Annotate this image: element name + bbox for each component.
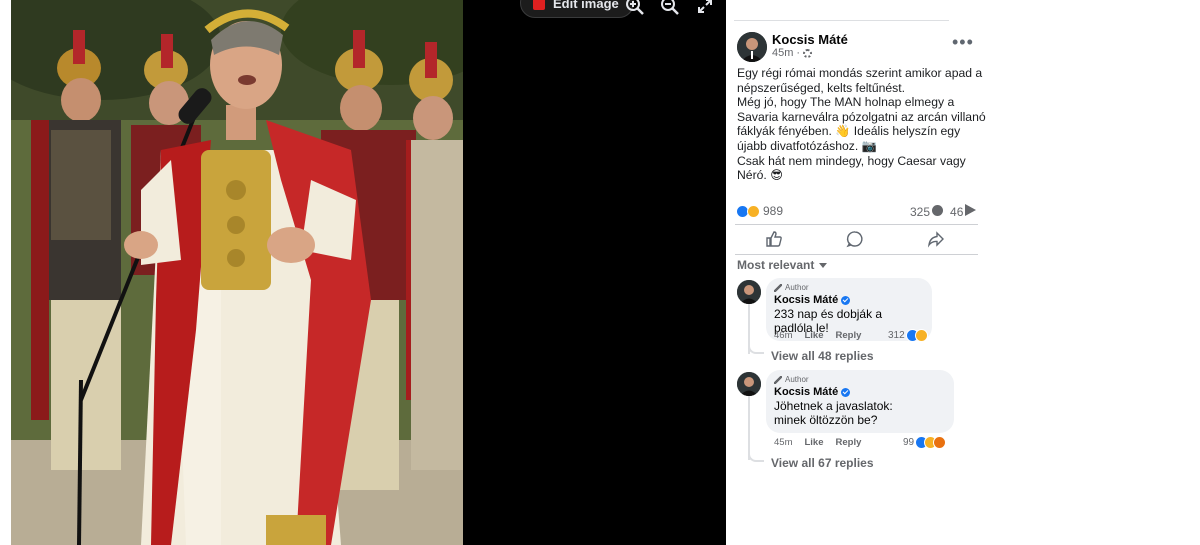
avatar[interactable] bbox=[737, 32, 767, 62]
comment-icon[interactable] bbox=[846, 230, 866, 250]
expand-icon[interactable] bbox=[692, 0, 718, 18]
more-options-icon[interactable]: ••• bbox=[952, 33, 974, 51]
engagement-counts: 325 46 bbox=[910, 204, 977, 219]
view-replies-link[interactable]: View all 48 replies bbox=[771, 349, 874, 363]
comment-time[interactable]: 46m bbox=[774, 330, 792, 341]
like-icon[interactable] bbox=[765, 230, 785, 250]
comment-author-name[interactable]: Kocsis Máté bbox=[774, 294, 924, 306]
comment-actions: 46m Like Reply bbox=[774, 330, 861, 341]
post-text-line: Csak hát nem mindegy, hogy Caesar vagy N… bbox=[737, 153, 966, 183]
comment-reply-button[interactable]: Reply bbox=[836, 330, 862, 341]
photo-viewer: Edit image bbox=[0, 0, 726, 545]
reaction-count: 989 bbox=[763, 204, 784, 218]
comment-time[interactable]: 45m bbox=[774, 437, 792, 448]
divider bbox=[735, 254, 978, 255]
comment-like-button[interactable]: Like bbox=[804, 437, 823, 448]
pencil-icon bbox=[774, 283, 782, 292]
photo-illustration bbox=[11, 0, 463, 545]
post-time[interactable]: 45m bbox=[772, 47, 793, 59]
divider bbox=[735, 224, 978, 225]
pencil-icon bbox=[774, 375, 782, 384]
share-icon[interactable] bbox=[927, 230, 947, 250]
sort-label: Most relevant bbox=[737, 258, 815, 272]
post-text: Egy régi római mondás szerint amikor apa… bbox=[737, 66, 987, 183]
pdf-icon bbox=[533, 0, 545, 10]
comment-like-button[interactable]: Like bbox=[804, 330, 823, 341]
comment-reaction-count: 99 bbox=[903, 437, 915, 448]
post-photo[interactable] bbox=[11, 0, 463, 545]
post-side-panel: Kocsis Máté 45m · ••• Egy régi római mon… bbox=[726, 0, 1200, 545]
haha-reaction-icon bbox=[747, 204, 760, 218]
post-text-line: Még jó, hogy The MAN holnap elmegy a Sav… bbox=[737, 95, 986, 153]
post-author-name[interactable]: Kocsis Máté bbox=[772, 32, 848, 47]
edit-image-button[interactable]: Edit image bbox=[520, 0, 634, 18]
comment-reactions[interactable]: 312 bbox=[888, 329, 928, 342]
thread-line bbox=[748, 396, 750, 460]
comment-reaction-count: 312 bbox=[888, 330, 905, 341]
angry-reaction-icon bbox=[933, 436, 947, 449]
comment-count[interactable]: 325 bbox=[910, 204, 944, 219]
haha-reaction-icon bbox=[914, 329, 928, 342]
post-header: Kocsis Máté 45m · bbox=[737, 32, 977, 66]
comment-avatar[interactable] bbox=[737, 372, 761, 396]
zoom-out-icon[interactable] bbox=[657, 0, 683, 18]
thread-curve bbox=[748, 344, 764, 354]
edit-image-label: Edit image bbox=[553, 0, 619, 11]
comment-reactions[interactable]: 99 bbox=[903, 436, 947, 449]
comment-icon bbox=[932, 204, 944, 216]
chevron-down-icon bbox=[819, 262, 828, 268]
verified-icon bbox=[841, 387, 851, 397]
post-text-line: Egy régi római mondás szerint amikor apa… bbox=[737, 66, 983, 95]
post-actions bbox=[735, 226, 978, 254]
loading-fade bbox=[726, 478, 996, 545]
verified-icon bbox=[841, 295, 851, 305]
comment-sort-dropdown[interactable]: Most relevant bbox=[737, 258, 828, 272]
thread-curve bbox=[748, 452, 764, 462]
reaction-summary[interactable]: 989 bbox=[736, 204, 783, 218]
comment-bubble: Author Kocsis Máté Jöhetnek a javaslatok… bbox=[766, 370, 954, 433]
audience-icon[interactable] bbox=[803, 48, 813, 58]
comment-reply-button[interactable]: Reply bbox=[836, 437, 862, 448]
author-badge: Author bbox=[774, 283, 924, 292]
author-badge: Author bbox=[774, 375, 946, 384]
comment-actions: 45m Like Reply bbox=[774, 437, 861, 448]
comment-author-name[interactable]: Kocsis Máté bbox=[774, 386, 946, 398]
comment-avatar[interactable] bbox=[737, 280, 761, 304]
comment-text: Jöhetnek a javaslatok: minek öltözzön be… bbox=[774, 399, 893, 427]
post-meta: 45m · bbox=[772, 47, 813, 59]
share-icon bbox=[965, 204, 977, 216]
zoom-in-icon[interactable] bbox=[622, 0, 648, 18]
share-count[interactable]: 46 bbox=[950, 204, 977, 219]
view-replies-link[interactable]: View all 67 replies bbox=[771, 456, 874, 470]
viewer-edge bbox=[0, 0, 11, 545]
top-divider bbox=[734, 20, 949, 21]
